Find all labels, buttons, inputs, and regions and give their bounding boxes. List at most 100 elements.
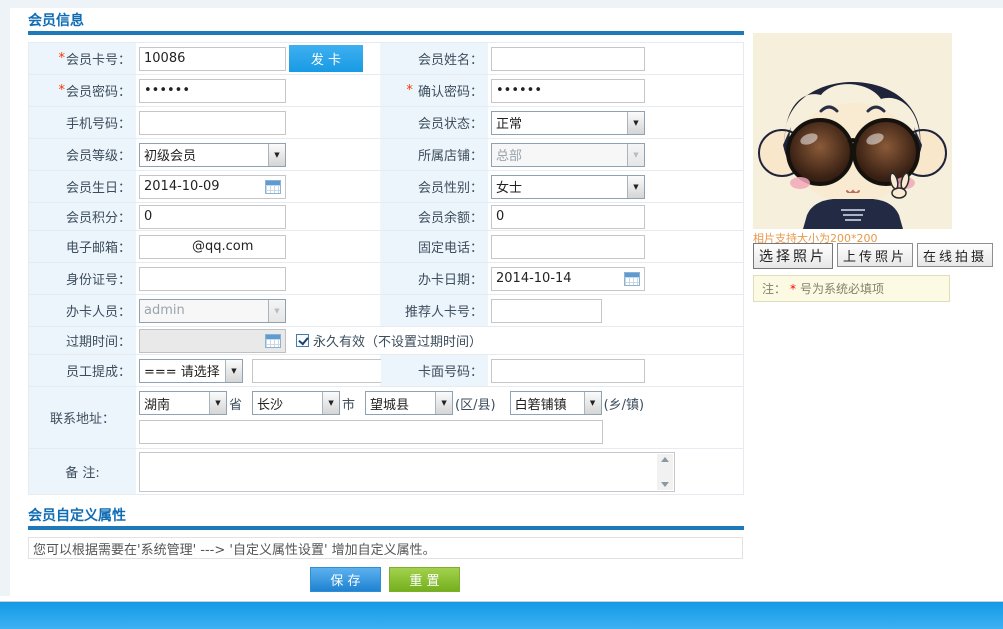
chevron-down-icon: ▼ [435,392,453,414]
save-button[interactable]: 保 存 [310,567,381,592]
card-no-label: * 会员卡号： [29,43,136,74]
id-no-cell [136,263,381,294]
points-label: 会员积分： [29,203,136,230]
card-no-input[interactable] [139,46,286,71]
store-select-disabled: 总部 ▼ [491,142,645,167]
footer-bar [0,601,1003,629]
points-input[interactable] [139,204,286,229]
table-row: 员工提成： === 请选择 ===▼ 卡面号码： [29,355,743,387]
required-star: * [58,51,65,66]
issue-card-button[interactable]: 发 卡 [289,45,363,72]
avatar-cartoon-image [753,33,952,229]
page-top-margin [0,0,1003,8]
table-row: 会员等级： 初级会员 ▼ 所属店铺： 总部 ▼ [29,139,743,171]
table-row: 电子邮箱： 固定电话： [29,231,743,263]
district-suffix: (区/县) [455,397,496,413]
reset-button[interactable]: 重 置 [389,567,460,592]
commission-input[interactable] [252,358,382,383]
gender-select[interactable]: 女士 ▼ [491,174,645,199]
section-rule [28,526,744,530]
photo-buttons: 选择照片 上传照片 在线拍摄 [753,243,994,269]
table-row: 过期时间： 永久有效（不设置过期时间） [29,327,743,355]
status-select[interactable]: 正常 ▼ [491,110,645,135]
table-row: 手机号码： 会员状态： 正常 ▼ [29,107,743,139]
level-select[interactable]: 初级会员 ▼ [139,142,286,167]
balance-cell [488,203,743,230]
online-capture-button[interactable]: 在线拍摄 [917,243,994,267]
table-row: 身份证号： 办卡日期： [29,263,743,295]
card-face-input[interactable] [491,358,645,383]
chevron-down-icon: ▼ [322,392,340,414]
calendar-icon[interactable] [265,179,281,194]
confirm-password-cell [488,75,743,106]
tel-cell [488,231,743,262]
chevron-down-icon: ▼ [627,175,644,198]
note-text: 号为系统必填项 [800,282,885,296]
card-face-cell [488,355,743,386]
issue-date-input[interactable] [491,266,645,291]
mobile-label: 手机号码： [29,107,136,138]
email-input[interactable] [139,234,286,259]
mobile-input[interactable] [139,110,286,135]
required-star: * [406,83,413,98]
member-photo [753,33,952,229]
operator-select-disabled: admin ▼ [139,298,286,323]
commission-label: 员工提成： [29,355,136,386]
page-left-margin [0,8,10,596]
scroll-down-icon[interactable] [661,481,669,487]
town-suffix: (乡/镇) [603,397,645,413]
level-label: 会员等级： [29,139,136,170]
id-no-input[interactable] [139,266,286,291]
address-label: 联系地址： [29,387,136,448]
chevron-down-icon: ▼ [268,299,285,322]
issue-date-label: 办卡日期： [381,263,488,294]
section-title-custom-attrs: 会员自定义属性 [28,508,126,524]
issue-date-cell [488,263,743,294]
permanent-valid-checkbox[interactable] [296,334,309,347]
commission-cell: === 请选择 ===▼ [136,355,382,386]
required-star: * [790,281,797,296]
address-detail-input[interactable] [139,420,603,444]
table-row: 办卡人员： admin ▼ 推荐人卡号： [29,295,743,327]
city-suffix: 市 [342,397,356,413]
commission-select[interactable]: === 请选择 ===▼ [139,358,243,383]
referrer-card-label: 推荐人卡号： [381,295,488,326]
store-label: 所属店铺： [381,139,488,170]
table-row: 联系地址： 湖南 ▼ 省 长沙 ▼ 市 望城县 ▼ (区/县) 白箬铺镇 ▼ (乡/镇) [29,387,743,449]
note-prefix: 注： [762,282,787,296]
card-no-cell: 发 卡 [136,43,381,74]
calendar-icon[interactable] [624,271,640,286]
password-input[interactable] [139,78,286,103]
calendar-icon [265,333,281,348]
referrer-card-cell [488,295,743,326]
chevron-down-icon: ▼ [627,111,644,134]
required-note: 注： * 号为系统必填项 [753,275,950,302]
name-input[interactable] [491,46,645,71]
chevron-down-icon: ▼ [225,359,242,382]
textarea-scrollbar[interactable] [657,453,673,490]
operator-label: 办卡人员： [29,295,136,326]
expire-label: 过期时间： [29,327,136,354]
expire-input-disabled [139,328,286,353]
balance-input[interactable] [491,204,645,229]
points-cell [136,203,381,230]
birthday-input[interactable] [139,174,286,199]
card-face-label: 卡面号码： [381,355,488,386]
confirm-password-input[interactable] [491,78,645,103]
scroll-up-icon[interactable] [661,456,669,462]
member-edit-page: 会员信息 *会员卡号： 发 卡 会员姓名： *会员密码： * 确认密码： [0,0,1003,629]
custom-attrs-hint: 您可以根据需要在'系统管理' ---> '自定义属性设置' 增加自定义属性。 [28,537,743,559]
table-row: 备 注: [29,449,743,495]
referrer-card-input[interactable] [491,298,602,323]
district-select[interactable]: 望城县 ▼ [365,391,454,415]
id-no-label: 身份证号： [29,263,136,294]
province-select[interactable]: 湖南 ▼ [139,391,227,415]
store-cell: 总部 ▼ [488,139,743,170]
select-photo-button[interactable]: 选择照片 [753,243,833,269]
upload-photo-button[interactable]: 上传照片 [837,243,914,267]
town-select[interactable]: 白箬铺镇 ▼ [509,391,602,415]
city-select[interactable]: 长沙 ▼ [252,391,341,415]
tel-input[interactable] [491,234,645,259]
address-region-line: 湖南 ▼ 省 长沙 ▼ 市 望城县 ▼ (区/县) 白箬铺镇 ▼ (乡/镇) [139,391,743,415]
remark-textarea[interactable] [139,451,675,492]
